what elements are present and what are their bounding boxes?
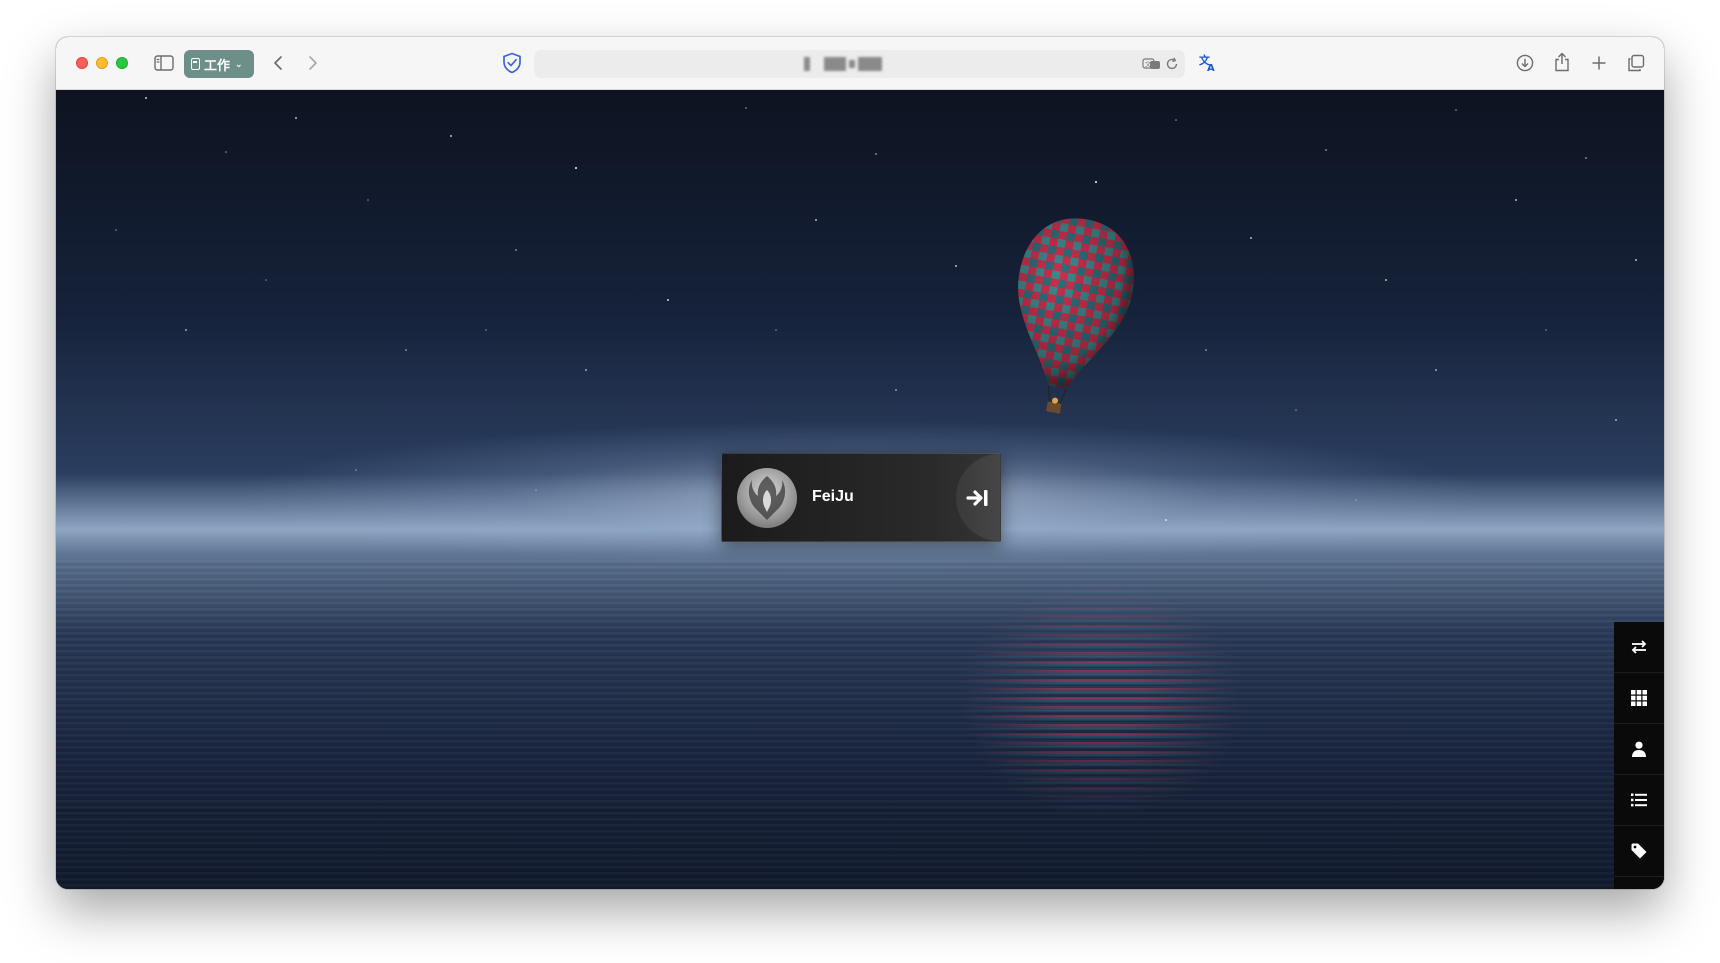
tab-group-icon [191,58,200,70]
tag-icon [1631,843,1647,859]
new-tab-icon[interactable] [1588,52,1610,74]
tags-button[interactable] [1614,826,1664,877]
tab-overview-icon[interactable] [1625,52,1647,74]
switch-user-button[interactable] [1614,622,1664,673]
chevron-down-icon: ⌄ [235,58,243,69]
zoom-window-button[interactable] [116,57,128,69]
downloads-icon[interactable] [1514,52,1536,74]
url-text [804,56,890,72]
sidebar-toggle-icon[interactable] [153,53,175,73]
lock-screen-background: FeiJu [56,90,1664,889]
browser-toolbar: 工作 ⌄ 文 文 A [56,37,1664,90]
apps-grid-button[interactable] [1614,673,1664,724]
forward-button[interactable] [303,53,323,73]
hot-air-balloon [1018,218,1134,414]
list-icon [1631,793,1647,807]
tab-group-button[interactable]: 工作 ⌄ [184,50,254,78]
swap-icon [1631,640,1647,654]
svg-text:文: 文 [1145,61,1151,69]
back-button[interactable] [268,53,288,73]
balloon-reflection [956,580,1246,820]
svg-text:A: A [1207,63,1215,73]
tab-group-label: 工作 [204,57,231,73]
translate-extension-icon[interactable]: 文A [1198,52,1220,74]
list-view-button[interactable] [1614,775,1664,826]
settings-button[interactable] [1614,877,1664,889]
avatar[interactable] [737,468,797,528]
share-icon[interactable] [1551,50,1573,74]
privacy-shield-icon[interactable] [501,52,523,74]
login-button[interactable] [956,454,1000,541]
reload-icon[interactable] [1164,56,1180,72]
translate-page-icon[interactable]: 文 [1142,56,1162,72]
right-side-dock [1614,622,1664,889]
close-window-button[interactable] [76,57,88,69]
user-avatar-icon [748,476,786,520]
user-icon [1632,741,1646,757]
address-bar[interactable]: 文 [534,50,1185,78]
user-profile-button[interactable] [1614,724,1664,775]
minimize-window-button[interactable] [96,57,108,69]
browser-window: 工作 ⌄ 文 文 A FeiJu [56,37,1664,889]
username-label: FeiJu [812,488,854,505]
water-surface [56,560,1664,889]
login-card: FeiJu [721,453,1001,542]
sign-in-icon [966,489,988,506]
grid-icon [1631,690,1647,706]
